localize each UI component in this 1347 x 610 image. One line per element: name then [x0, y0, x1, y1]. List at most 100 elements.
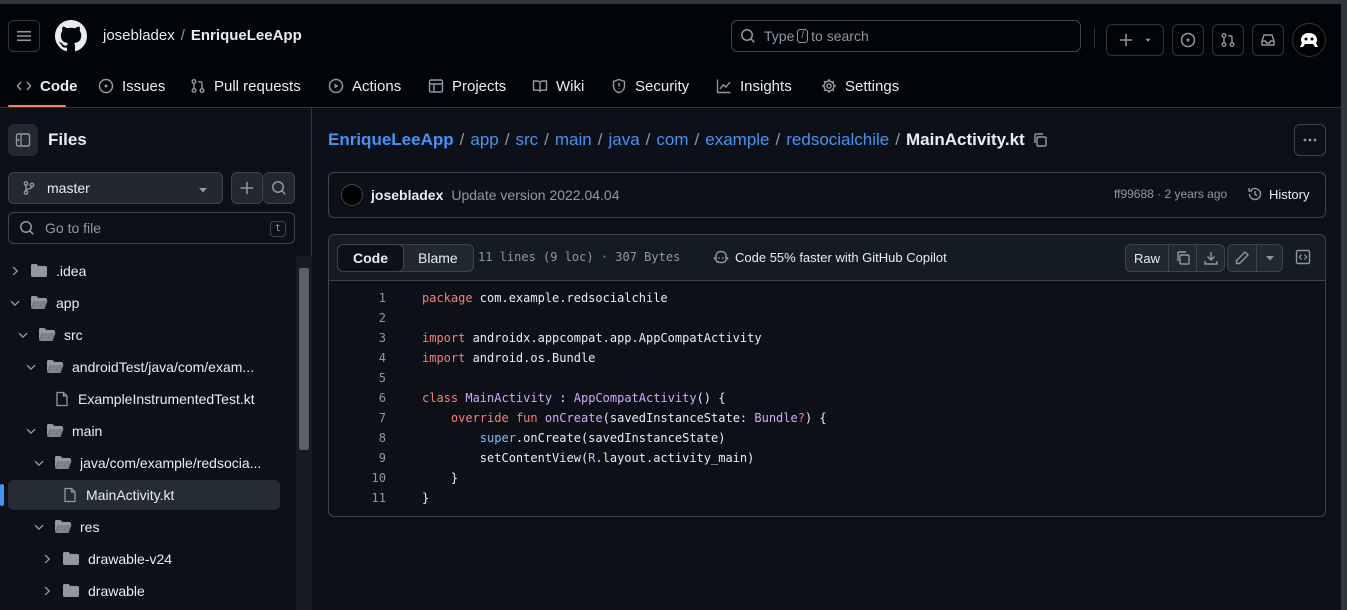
- tree-file-main-activity[interactable]: MainActivity.kt: [62, 480, 174, 510]
- line-number[interactable]: 8: [329, 431, 386, 445]
- tree-label: ExampleInstrumentedTest.kt: [78, 391, 255, 407]
- tab-actions[interactable]: Actions: [328, 64, 401, 108]
- inbox-button[interactable]: [1252, 24, 1284, 56]
- scrollbar-thumb[interactable]: [299, 268, 309, 450]
- add-file-button[interactable]: [231, 172, 263, 204]
- code-line: 11}: [329, 488, 1325, 508]
- breadcrumb-example[interactable]: example: [705, 130, 769, 150]
- repo-separator: /: [180, 27, 185, 44]
- breadcrumb-src[interactable]: src: [515, 130, 538, 150]
- tab-wiki[interactable]: Wiki: [532, 64, 584, 108]
- plus-icon: [1119, 33, 1132, 47]
- copilot-link[interactable]: Code 55% faster with GitHub Copilot: [713, 249, 947, 265]
- line-number[interactable]: 4: [329, 351, 386, 365]
- commit-author-avatar[interactable]: [341, 184, 363, 206]
- tab-code[interactable]: Code: [16, 64, 78, 108]
- branch-selector[interactable]: master: [8, 172, 223, 204]
- tab-insights[interactable]: Insights: [716, 64, 792, 108]
- tab-issues[interactable]: Issues: [98, 64, 165, 108]
- table-icon: [428, 79, 444, 93]
- symbols-panel-button[interactable]: [1290, 244, 1316, 272]
- breadcrumb-redsocialchile[interactable]: redsocialchile: [786, 130, 889, 150]
- code-line: 5: [329, 368, 1325, 388]
- go-to-file-shortcut: t: [269, 221, 286, 237]
- symbols-panel-toggle[interactable]: [1290, 244, 1316, 270]
- breadcrumb-repo[interactable]: EnriqueLeeApp: [328, 130, 454, 150]
- tree-folder-app[interactable]: app: [8, 288, 79, 318]
- blame-view-button[interactable]: Blame: [403, 245, 473, 271]
- tree-file-example-instrumented-test[interactable]: ExampleInstrumentedTest.kt: [54, 384, 255, 414]
- tree-folder-res[interactable]: res: [32, 512, 99, 542]
- issues-button[interactable]: [1172, 24, 1204, 56]
- code-square-icon: [1295, 249, 1311, 265]
- owner-link[interactable]: josebladex: [103, 27, 175, 44]
- breadcrumb-com[interactable]: com: [656, 130, 688, 150]
- tree-folder-src[interactable]: src: [16, 320, 83, 350]
- go-to-file-input[interactable]: Go to file t: [8, 212, 295, 244]
- repo-link[interactable]: EnriqueLeeApp: [191, 27, 302, 44]
- line-number[interactable]: 2: [329, 311, 386, 325]
- window-edge: [1341, 0, 1347, 610]
- folder-icon: [31, 264, 47, 277]
- line-number[interactable]: 3: [329, 331, 386, 345]
- breadcrumb-main[interactable]: main: [555, 130, 592, 150]
- search-input[interactable]: Type / to search: [731, 20, 1081, 52]
- tree-folder-drawable-v24[interactable]: drawable-v24: [40, 544, 172, 574]
- code-line: 7 override fun onCreate(savedInstanceSta…: [329, 408, 1325, 428]
- file-tree-scrollbar[interactable]: [296, 256, 312, 610]
- user-avatar[interactable]: [1292, 23, 1326, 57]
- pull-requests-button[interactable]: [1212, 24, 1244, 56]
- tab-pull-requests[interactable]: Pull requests: [190, 64, 301, 108]
- line-number[interactable]: 5: [329, 371, 386, 385]
- line-number[interactable]: 10: [329, 471, 386, 485]
- breadcrumb-java[interactable]: java: [608, 130, 639, 150]
- repo-nav: Code Issues Pull requests Actions Projec…: [0, 64, 1341, 108]
- tab-pull-requests-label: Pull requests: [214, 77, 301, 95]
- search-files-button[interactable]: [263, 172, 295, 204]
- copy-raw-button[interactable]: [1168, 245, 1196, 271]
- code-view-button[interactable]: Code: [337, 244, 404, 272]
- breadcrumb: EnriqueLeeApp / app / src / main / java / com…: [328, 130, 1048, 150]
- line-number[interactable]: 7: [329, 411, 386, 425]
- more-options-button[interactable]: [1294, 124, 1326, 156]
- line-number[interactable]: 6: [329, 391, 386, 405]
- edit-file-button[interactable]: [1228, 245, 1256, 271]
- issue-icon: [98, 78, 114, 94]
- folder-open-icon: [39, 328, 56, 341]
- tree-folder-idea[interactable]: .idea: [8, 256, 86, 286]
- commit-author[interactable]: josebladex: [371, 187, 443, 203]
- caret-down-icon: [1145, 38, 1150, 42]
- tree-folder-java-package[interactable]: java/com/example/redsocia...: [32, 448, 286, 478]
- breadcrumb-app[interactable]: app: [470, 130, 498, 150]
- tab-actions-label: Actions: [352, 77, 402, 95]
- tree-label: MainActivity.kt: [86, 487, 175, 503]
- edit-options-button[interactable]: [1256, 245, 1282, 271]
- tree-label: drawable: [88, 583, 145, 599]
- play-icon: [328, 78, 344, 94]
- line-number[interactable]: 1: [329, 291, 386, 305]
- commit-meta[interactable]: ff99688 · 2 years ago: [1114, 187, 1227, 201]
- tab-projects[interactable]: Projects: [428, 64, 506, 108]
- copilot-label: Code 55% faster with GitHub Copilot: [735, 249, 947, 265]
- line-number[interactable]: 11: [329, 491, 386, 505]
- tree-folder-main[interactable]: main: [24, 416, 102, 446]
- github-logo[interactable]: [55, 20, 87, 52]
- selected-file-indicator: [0, 484, 4, 506]
- tree-folder-drawable[interactable]: drawable: [40, 576, 145, 606]
- history-button[interactable]: History: [1247, 186, 1309, 202]
- download-button[interactable]: [1196, 245, 1224, 271]
- commit-message[interactable]: Update version 2022.04.04: [451, 187, 619, 203]
- tab-settings[interactable]: Settings: [821, 64, 899, 108]
- breadcrumb-separator: /: [459, 130, 465, 149]
- code-line: 3 import androidx.appcompat.app.AppCompat…: [329, 328, 1325, 348]
- collapse-sidebar-button[interactable]: [8, 124, 38, 156]
- tree-folder-androidtest[interactable]: androidTest/java/com/exam...: [24, 352, 286, 382]
- raw-button[interactable]: Raw: [1126, 245, 1168, 271]
- chevron-right-icon: [12, 266, 19, 276]
- view-mode-toggle: Code Blame: [337, 244, 474, 272]
- menu-button[interactable]: [8, 20, 40, 52]
- line-number[interactable]: 9: [329, 451, 386, 465]
- copy-path-icon[interactable]: [1032, 132, 1048, 148]
- create-new-button[interactable]: [1106, 24, 1164, 56]
- tab-security[interactable]: Security: [611, 64, 689, 108]
